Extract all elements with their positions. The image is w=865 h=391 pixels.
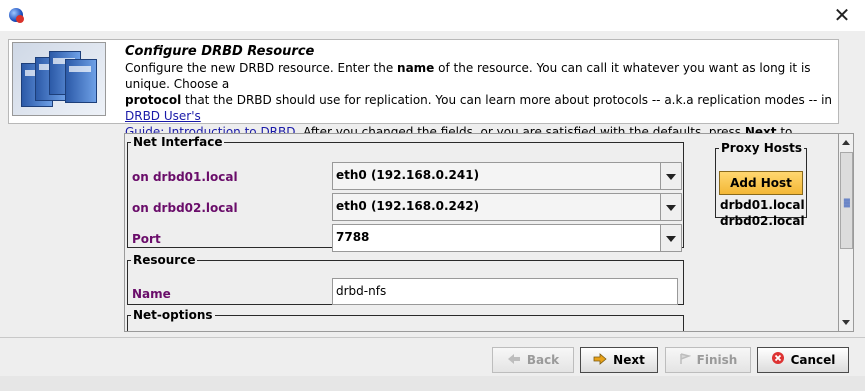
scrollbar-thumb[interactable]: ▬ ▬ ▬	[840, 152, 853, 249]
arrow-left-icon	[507, 349, 521, 373]
chevron-down-icon[interactable]	[660, 225, 681, 251]
chevron-down-icon[interactable]	[660, 163, 681, 189]
cancel-button[interactable]: Cancel	[757, 347, 849, 373]
finish-button[interactable]: Finish	[665, 347, 751, 373]
proxy-hosts-legend: Proxy Hosts	[721, 141, 803, 155]
close-button[interactable]: ✕	[819, 0, 865, 31]
info-panel: Configure DRBD Resource Configure the ne…	[8, 39, 839, 155]
host1-interface-select[interactable]: eth0 (192.168.0.241)	[332, 162, 682, 190]
scroll-down-icon[interactable]	[842, 320, 850, 325]
app-icon	[9, 8, 24, 23]
scroll-up-icon[interactable]	[842, 140, 850, 145]
vertical-scrollbar[interactable]: ▬ ▬ ▬	[838, 133, 854, 332]
drbd-logo-image	[12, 42, 106, 116]
next-button[interactable]: Next	[580, 347, 658, 373]
drbd-guide-link[interactable]: DRBD User's	[125, 109, 201, 123]
proxy-hosts-group: Proxy Hosts Add Host drbd01.local drbd02…	[715, 141, 807, 228]
port-label: Port	[132, 232, 161, 246]
config-scroll-area[interactable]: Net Interface on drbd01.local eth0 (192.…	[124, 133, 840, 332]
proxy-host-item: drbd02.local	[720, 214, 805, 228]
net-options-legend: Net-options	[133, 308, 213, 322]
arrow-right-icon	[593, 349, 607, 373]
add-host-button[interactable]: Add Host	[719, 171, 803, 195]
resource-legend: Resource	[133, 253, 196, 267]
divider	[0, 337, 865, 338]
name-label: Name	[132, 287, 171, 301]
net-interface-group: Net Interface on drbd01.local eth0 (192.…	[127, 135, 684, 252]
host2-label: on drbd02.local	[132, 201, 238, 215]
port-select[interactable]: 7788	[332, 224, 682, 252]
title-bar: ✕	[0, 0, 865, 31]
net-options-group: Net-options	[127, 308, 684, 331]
resource-name-input[interactable]: drbd-nfs	[332, 278, 678, 305]
resource-group: Resource Name drbd-nfs	[127, 253, 684, 305]
host2-interface-select[interactable]: eth0 (192.168.0.242)	[332, 193, 682, 221]
back-button[interactable]: Back	[492, 347, 574, 373]
cancel-icon	[771, 349, 785, 373]
page-title: Configure DRBD Resource	[125, 44, 315, 59]
proxy-host-item: drbd01.local	[720, 198, 805, 212]
host1-label: on drbd01.local	[132, 170, 238, 184]
net-interface-legend: Net Interface	[133, 135, 223, 149]
grip-icon: ▬ ▬ ▬	[843, 195, 851, 210]
chevron-down-icon[interactable]	[660, 194, 681, 220]
status-strip	[0, 376, 865, 391]
finish-flag-icon	[679, 349, 692, 373]
